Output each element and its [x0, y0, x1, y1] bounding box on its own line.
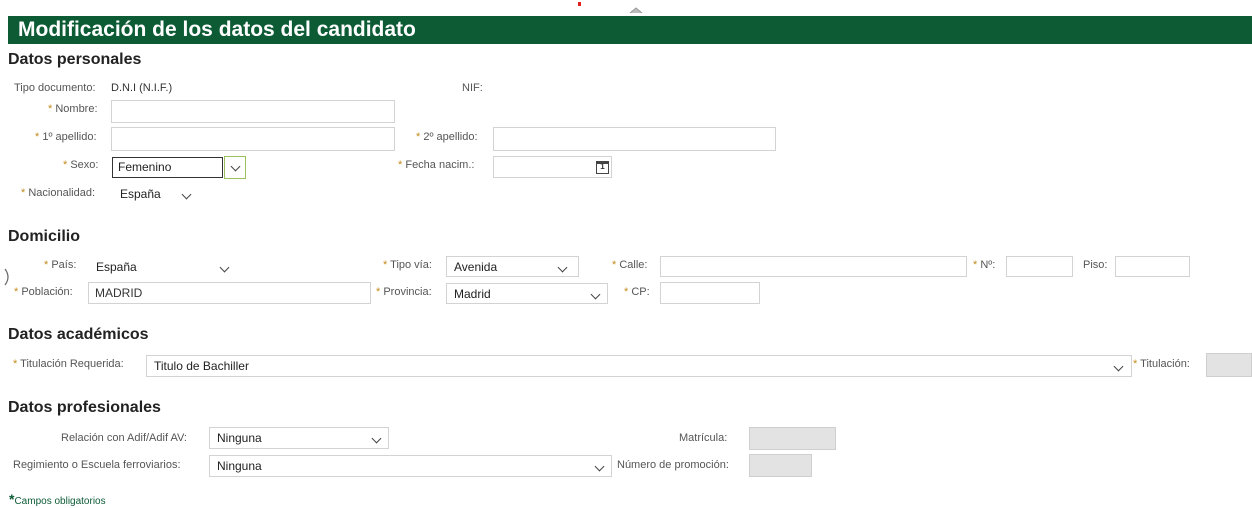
page-title: Modificación de los datos del candidato — [18, 18, 416, 41]
tipo-documento-value: D.N.I (N.I.F.) — [111, 82, 173, 94]
pais-label: * País: — [44, 259, 77, 271]
matricula-input[interactable] — [749, 427, 836, 450]
chevron-down-icon — [181, 189, 192, 200]
promocion-label: Número de promoción: — [617, 459, 729, 471]
piso-label: Piso: — [1083, 259, 1108, 271]
chevron-down-icon — [230, 161, 241, 172]
apellido1-label: * 1º apellido: — [35, 131, 97, 143]
piso-input[interactable] — [1115, 256, 1190, 277]
side-handle-icon — [4, 268, 9, 286]
titulacion-requerida-label: * Titulación Requerida: — [13, 358, 124, 370]
sexo-label: * Sexo: — [63, 159, 99, 171]
pais-select[interactable]: España — [88, 256, 239, 277]
nacionalidad-label: * Nacionalidad: — [21, 187, 95, 199]
pais-value: España — [96, 260, 137, 274]
poblacion-input[interactable]: MADRID — [88, 282, 371, 304]
titulacion-input[interactable] — [1206, 353, 1252, 377]
regimiento-select[interactable]: Ninguna — [209, 455, 612, 477]
regimiento-value: Ninguna — [217, 459, 262, 473]
tipo-documento-label: Tipo documento: — [14, 82, 96, 94]
matricula-label: Matrícula: — [679, 432, 728, 444]
tipo-via-select[interactable]: Avenida — [446, 256, 579, 277]
nombre-label: * Nombre: — [48, 103, 98, 115]
top-marker — [578, 2, 581, 6]
apellido2-label: * 2º apellido: — [416, 131, 478, 143]
provincia-label: * Provincia: — [376, 286, 432, 298]
fecha-nacimiento-input[interactable]: 1 — [493, 156, 612, 178]
provincia-value: Madrid — [454, 287, 491, 301]
nombre-input[interactable] — [111, 100, 395, 123]
section-datos-personales: Datos personales — [8, 51, 142, 68]
relacion-select[interactable]: Ninguna — [209, 427, 389, 449]
required-note-text: Campos obligatorios — [14, 496, 106, 507]
titulacion-requerida-value: Titulo de Bachiller — [154, 359, 249, 373]
nif-label: NIF: — [462, 82, 483, 94]
titulacion-requerida-select[interactable]: Titulo de Bachiller — [146, 355, 1132, 377]
provincia-select[interactable]: Madrid — [446, 283, 608, 304]
chevron-down-icon — [557, 262, 568, 273]
poblacion-label: * Población: — [14, 286, 73, 298]
tipo-via-value: Avenida — [454, 260, 498, 274]
chevron-down-icon — [219, 262, 230, 273]
apellido2-input[interactable] — [493, 127, 776, 151]
titulacion-label: * Titulación: — [1133, 358, 1190, 370]
chevron-down-icon — [371, 433, 382, 444]
section-datos-profesionales: Datos profesionales — [8, 399, 161, 416]
numero-input[interactable] — [1006, 256, 1073, 277]
promocion-input[interactable] — [749, 454, 812, 477]
numero-label: * Nº: — [973, 259, 996, 271]
apellido1-input[interactable] — [111, 127, 395, 151]
tipo-via-label: * Tipo vía: — [383, 259, 432, 271]
relacion-label: Relación con Adif/Adif AV: — [61, 432, 187, 444]
calendar-icon[interactable]: 1 — [596, 161, 609, 174]
section-domicilio: Domicilio — [8, 228, 81, 245]
nacionalidad-value: España — [120, 187, 161, 201]
resize-handle-icon — [629, 7, 643, 14]
calle-label: * Calle: — [612, 259, 648, 271]
chevron-down-icon — [1113, 361, 1124, 372]
sexo-select[interactable]: Femenino — [112, 157, 223, 178]
relacion-value: Ninguna — [217, 431, 262, 445]
cp-input[interactable] — [660, 282, 760, 304]
fecha-nacimiento-label: * Fecha nacim.: — [398, 159, 475, 171]
calle-input[interactable] — [660, 256, 967, 277]
section-datos-academicos: Datos académicos — [8, 326, 149, 343]
cp-label: * CP: — [624, 286, 650, 298]
regimiento-label: Regimiento o Escuela ferroviarios: — [13, 459, 181, 471]
nacionalidad-select[interactable]: España — [112, 183, 198, 205]
sexo-dropdown-button[interactable] — [224, 156, 246, 179]
chevron-down-icon — [590, 289, 601, 300]
chevron-down-icon — [594, 461, 605, 472]
